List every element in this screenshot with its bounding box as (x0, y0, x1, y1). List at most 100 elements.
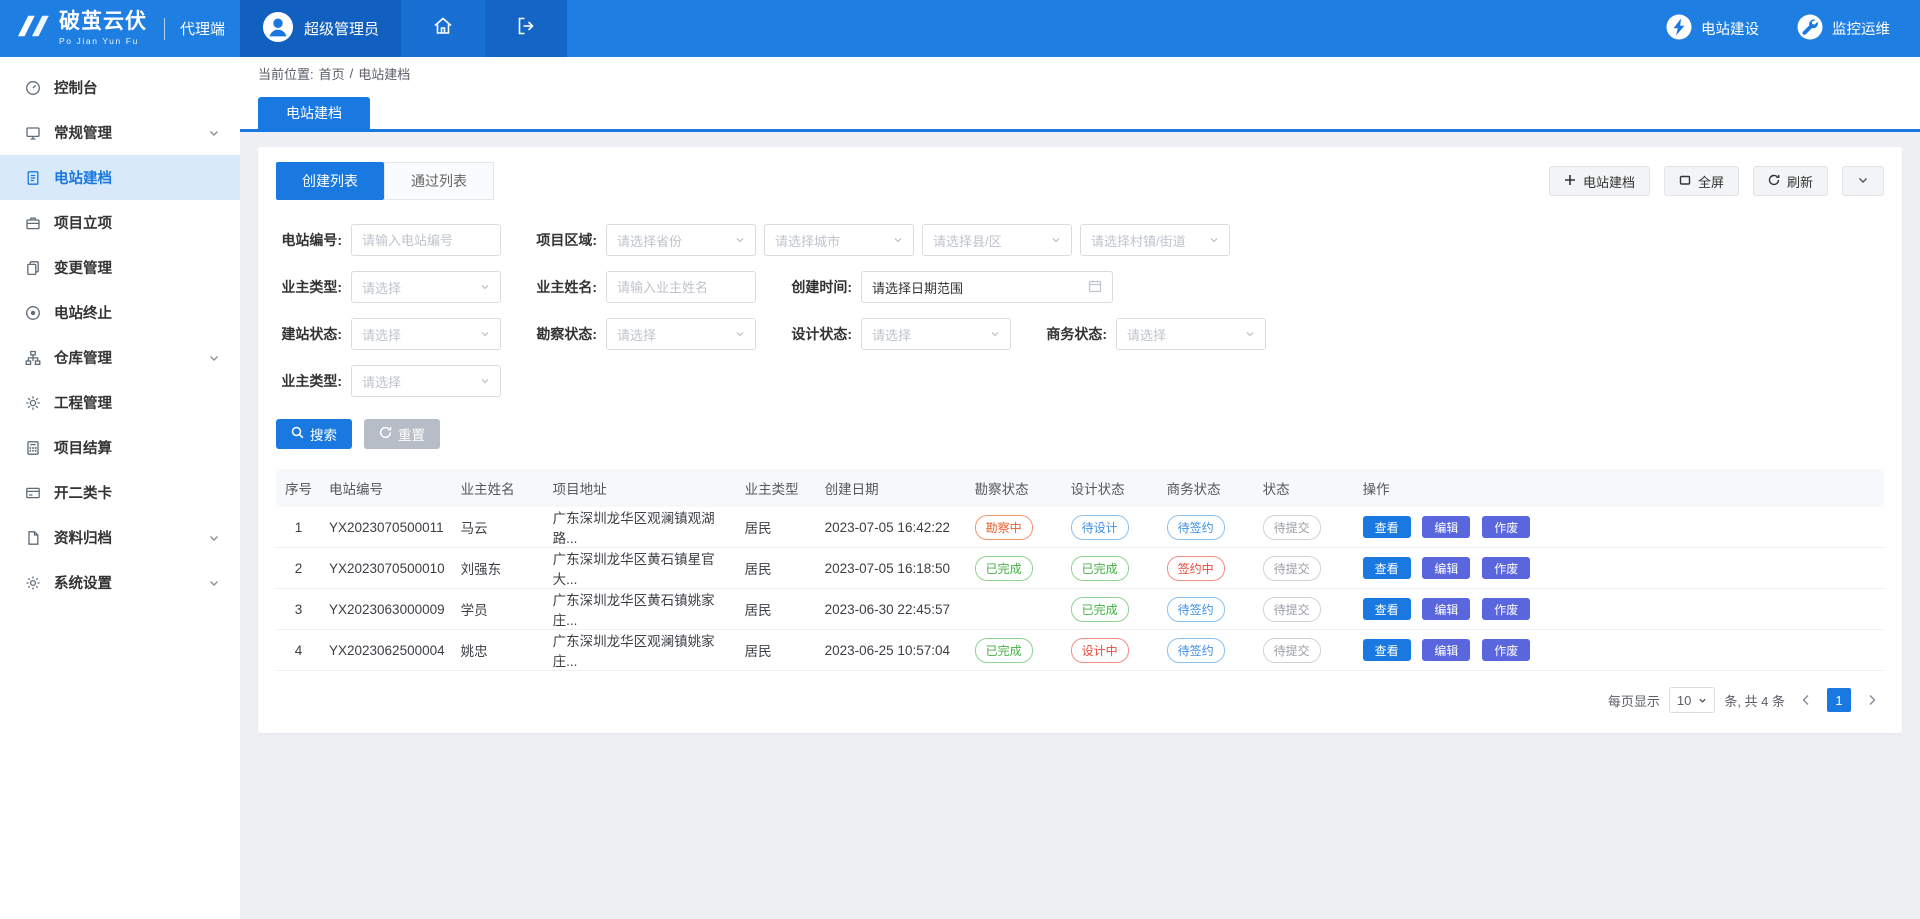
logo-subtitle: Po Jian Yun Fu (59, 36, 147, 46)
search-icon (291, 426, 304, 442)
edit-button[interactable]: 编辑 (1422, 557, 1470, 579)
tab-passed-list[interactable]: 通过列表 (384, 162, 494, 200)
county-select[interactable]: 请选择县/区 (922, 224, 1072, 256)
view-button[interactable]: 查看 (1363, 516, 1411, 538)
panel-toolbar: 电站建档 全屏 刷新 (1549, 166, 1884, 196)
nav-station-construction[interactable]: 电站建设 (1666, 14, 1759, 44)
breadcrumb: 当前位置: 首页 / 电站建档 (240, 57, 1920, 90)
topbar: 破茧云伏 Po Jian Yun Fu 代理端 超级管理员 电站建设 (0, 0, 1920, 57)
calculator-icon (24, 439, 42, 457)
page-number-button[interactable]: 1 (1827, 688, 1851, 712)
design-status-select[interactable]: 请选择 (861, 318, 1011, 350)
per-page-select[interactable]: 10 (1669, 687, 1715, 713)
chevron-down-icon (208, 127, 220, 139)
status-badge: 待提交 (1263, 597, 1321, 622)
create-time-input[interactable]: 请选择日期范围 (861, 271, 1113, 303)
nav-station-construction-label: 电站建设 (1701, 18, 1759, 39)
edit-button[interactable]: 编辑 (1422, 598, 1470, 620)
sidebar-item-station-termination[interactable]: 电站终止 (0, 290, 240, 335)
sidebar-item-change-management[interactable]: 变更管理 (0, 245, 240, 290)
prev-page-button[interactable] (1794, 688, 1818, 712)
table-row: 2 YX2023070500010 刘强东 广东深圳龙华区黄石镇星官大... 居… (276, 548, 1884, 589)
breadcrumb-separator: / (350, 66, 354, 81)
settings-icon (24, 574, 42, 592)
tab-create-list[interactable]: 创建列表 (276, 162, 384, 200)
chevron-down-icon (1698, 693, 1707, 708)
status-badge: 待设计 (1071, 515, 1129, 540)
home-button[interactable] (401, 0, 485, 57)
station-no-input[interactable] (351, 224, 501, 256)
stop-circle-icon (24, 304, 42, 322)
business-status-select[interactable]: 请选择 (1116, 318, 1266, 350)
next-page-button[interactable] (1860, 688, 1884, 712)
avatar (262, 11, 294, 47)
sidebar-item-engineering-management[interactable]: 工程管理 (0, 380, 240, 425)
sidebar-item-project-initiation[interactable]: 项目立项 (0, 200, 240, 245)
province-select[interactable]: 请选择省份 (606, 224, 756, 256)
void-button[interactable]: 作废 (1482, 598, 1530, 620)
sidebar-item-label: 资料归档 (54, 527, 112, 548)
sidebar-item-label: 工程管理 (54, 392, 112, 413)
user-menu[interactable]: 超级管理员 (240, 0, 401, 57)
sidebar-item-general-management[interactable]: 常规管理 (0, 110, 240, 155)
document-icon (24, 169, 42, 187)
nav-monitoring-ops[interactable]: 监控运维 (1797, 14, 1890, 44)
chevron-down-icon (208, 532, 220, 544)
chevron-down-icon (208, 352, 220, 364)
col-address: 项目地址 (545, 469, 737, 507)
sidebar-item-label: 电站终止 (54, 302, 112, 323)
table-row: 1 YX2023070500011 马云 广东深圳龙华区观澜镇观湖路... 居民… (276, 507, 1884, 548)
refresh-button[interactable]: 刷新 (1753, 166, 1828, 196)
col-actions: 操作 (1355, 469, 1884, 507)
reset-button[interactable]: 重置 (364, 419, 440, 449)
home-icon (432, 15, 454, 42)
void-button[interactable]: 作废 (1482, 639, 1530, 661)
logo-icon (14, 12, 50, 45)
chevron-down-icon (735, 327, 745, 342)
sidebar-item-warehouse-management[interactable]: 仓库管理 (0, 335, 240, 380)
sidebar-item-system-settings[interactable]: 系统设置 (0, 560, 240, 605)
status-badge: 待提交 (1263, 556, 1321, 581)
status-badge: 设计中 (1071, 638, 1129, 663)
chevron-down-icon (480, 327, 490, 342)
sidebar-item-class2-card[interactable]: 开二类卡 (0, 470, 240, 515)
sidebar-item-data-archive[interactable]: 资料归档 (0, 515, 240, 560)
status-badge: 待签约 (1167, 597, 1225, 622)
town-select[interactable]: 请选择村镇/街道 (1080, 224, 1230, 256)
owner-type-select[interactable]: 请选择 (351, 271, 501, 303)
refresh-icon (1768, 174, 1780, 189)
owner-name-input[interactable] (606, 271, 756, 303)
void-button[interactable]: 作废 (1482, 557, 1530, 579)
page-tab-station-filing[interactable]: 电站建档 (258, 97, 370, 129)
business-status-label: 商务状态: (1041, 324, 1107, 344)
collapse-button[interactable] (1842, 166, 1884, 196)
edit-button[interactable]: 编辑 (1422, 639, 1470, 661)
add-station-button[interactable]: 电站建档 (1549, 166, 1650, 196)
void-button[interactable]: 作废 (1482, 516, 1530, 538)
fullscreen-button[interactable]: 全屏 (1664, 166, 1739, 196)
col-status: 状态 (1255, 469, 1355, 507)
sidebar-item-station-filing[interactable]: 电站建档 (0, 155, 240, 200)
filter-form: 电站编号: 项目区域: 请选择省份 请选择城市 请选择县/区 请选择村镇/街道 (276, 224, 1884, 397)
create-time-label: 创建时间: (786, 277, 852, 297)
view-button[interactable]: 查看 (1363, 598, 1411, 620)
sidebar-item-project-settlement[interactable]: 项目结算 (0, 425, 240, 470)
status-badge: 待签约 (1167, 638, 1225, 663)
build-status-select[interactable]: 请选择 (351, 318, 501, 350)
edit-button[interactable]: 编辑 (1422, 516, 1470, 538)
col-created: 创建日期 (817, 469, 967, 507)
breadcrumb-home-link[interactable]: 首页 (319, 64, 345, 83)
owner-type2-select[interactable]: 请选择 (351, 365, 501, 397)
city-select[interactable]: 请选择城市 (764, 224, 914, 256)
search-button[interactable]: 搜索 (276, 419, 352, 449)
sidebar-item-console[interactable]: 控制台 (0, 65, 240, 110)
owner-type-label: 业主类型: (276, 277, 342, 297)
file-icon (24, 529, 42, 547)
survey-status-select[interactable]: 请选择 (606, 318, 756, 350)
logout-button[interactable] (485, 0, 567, 57)
sidebar-item-label: 系统设置 (54, 572, 112, 593)
chevron-down-icon (480, 374, 490, 389)
region-label: 项目区域: (531, 230, 597, 250)
view-button[interactable]: 查看 (1363, 639, 1411, 661)
view-button[interactable]: 查看 (1363, 557, 1411, 579)
